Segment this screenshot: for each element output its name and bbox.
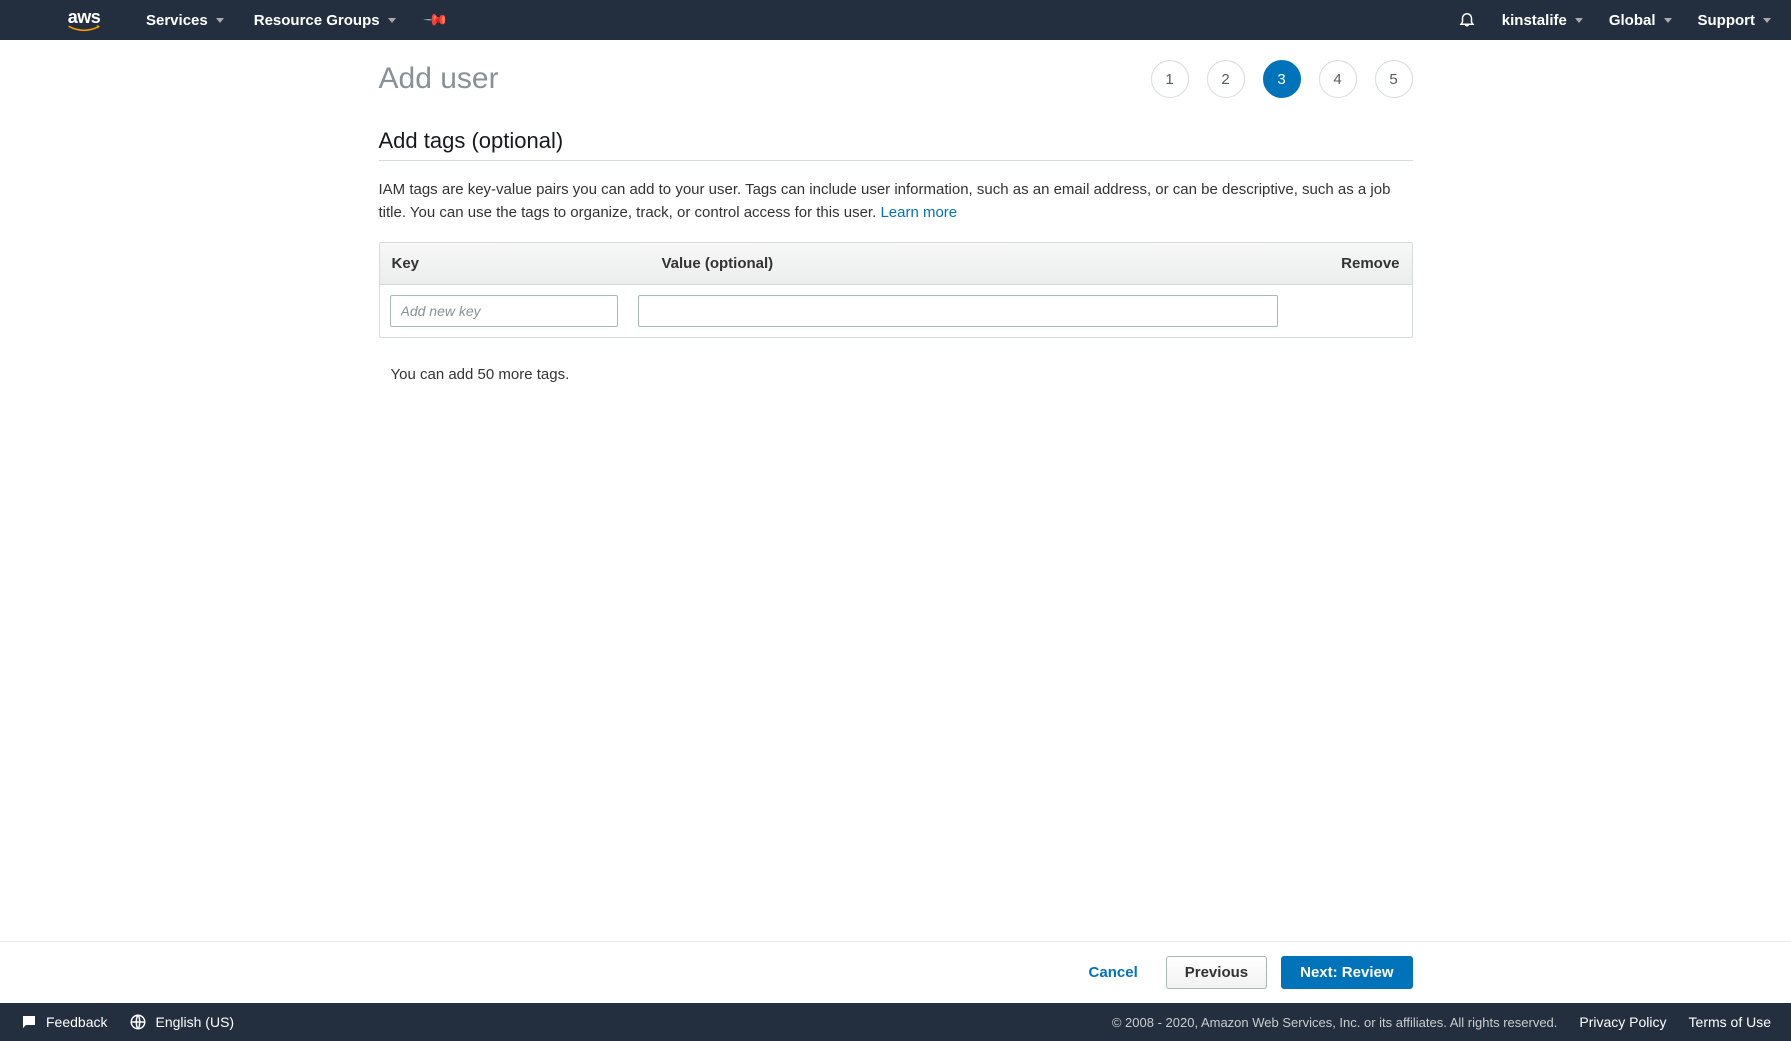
previous-button[interactable]: Previous	[1166, 956, 1267, 989]
main-content: Add user 1 2 3 4 5 Add tags (optional) I…	[379, 40, 1413, 921]
region-menu[interactable]: Global	[1609, 12, 1672, 29]
pin-shortcut[interactable]: 📌	[426, 10, 446, 30]
table-row	[380, 285, 1412, 337]
feedback-link[interactable]: Feedback	[20, 1013, 107, 1031]
chevron-down-icon	[216, 18, 224, 23]
next-review-button[interactable]: Next: Review	[1281, 956, 1412, 989]
account-menu[interactable]: kinstalife	[1502, 12, 1583, 29]
language-label: English (US)	[155, 1014, 234, 1030]
aws-logo-text: aws	[68, 8, 101, 26]
step-2[interactable]: 2	[1207, 60, 1245, 98]
terms-of-use-link[interactable]: Terms of Use	[1689, 1014, 1771, 1030]
notifications-button[interactable]	[1458, 10, 1476, 31]
nav-left: Services Resource Groups 📌	[146, 10, 446, 30]
account-label: kinstalife	[1502, 12, 1567, 29]
footer-right: © 2008 - 2020, Amazon Web Services, Inc.…	[1112, 1014, 1771, 1030]
chevron-down-icon	[1664, 18, 1672, 23]
nav-right: kinstalife Global Support	[1458, 10, 1771, 31]
section-title: Add tags (optional)	[379, 128, 1413, 161]
action-inner: Cancel Previous Next: Review	[379, 956, 1413, 989]
services-label: Services	[146, 12, 208, 29]
copyright-text: © 2008 - 2020, Amazon Web Services, Inc.…	[1112, 1015, 1558, 1030]
chevron-down-icon	[388, 18, 396, 23]
tag-count-message: You can add 50 more tags.	[379, 352, 1413, 383]
resource-groups-label: Resource Groups	[254, 12, 380, 29]
footer: Feedback English (US) © 2008 - 2020, Ama…	[0, 1003, 1791, 1041]
wizard-steps: 1 2 3 4 5	[1151, 60, 1413, 98]
action-bar: Cancel Previous Next: Review	[0, 941, 1791, 1003]
step-3[interactable]: 3	[1263, 60, 1301, 98]
tag-value-input[interactable]	[638, 295, 1278, 327]
value-cell	[628, 291, 1288, 331]
feedback-label: Feedback	[46, 1014, 107, 1030]
tag-key-input[interactable]	[390, 295, 618, 327]
top-nav: aws Services Resource Groups 📌 kinstalif…	[0, 0, 1791, 40]
step-5[interactable]: 5	[1375, 60, 1413, 98]
step-1[interactable]: 1	[1151, 60, 1189, 98]
bell-icon	[1458, 10, 1476, 28]
region-label: Global	[1609, 12, 1656, 29]
tags-table-header: Key Value (optional) Remove	[380, 243, 1412, 285]
learn-more-link[interactable]: Learn more	[880, 204, 957, 221]
language-selector[interactable]: English (US)	[129, 1013, 234, 1031]
footer-left: Feedback English (US)	[20, 1013, 234, 1031]
chevron-down-icon	[1575, 18, 1583, 23]
globe-icon	[129, 1013, 147, 1031]
cancel-button[interactable]: Cancel	[1075, 956, 1152, 989]
support-label: Support	[1698, 12, 1756, 29]
chat-icon	[20, 1013, 38, 1031]
page-title: Add user	[379, 62, 499, 96]
aws-smile-icon	[64, 25, 104, 33]
col-header-remove: Remove	[1322, 243, 1412, 284]
step-4[interactable]: 4	[1319, 60, 1357, 98]
col-header-key: Key	[380, 243, 650, 284]
services-menu[interactable]: Services	[146, 12, 224, 29]
section-description: IAM tags are key-value pairs you can add…	[379, 179, 1413, 224]
col-header-value: Value (optional)	[650, 243, 1322, 284]
chevron-down-icon	[1763, 18, 1771, 23]
support-menu[interactable]: Support	[1698, 12, 1772, 29]
tags-table: Key Value (optional) Remove	[379, 242, 1413, 338]
key-cell	[380, 291, 628, 331]
privacy-policy-link[interactable]: Privacy Policy	[1579, 1014, 1666, 1030]
resource-groups-menu[interactable]: Resource Groups	[254, 12, 396, 29]
remove-cell	[1288, 307, 1378, 315]
aws-logo[interactable]: aws	[64, 8, 104, 33]
header-row: Add user 1 2 3 4 5	[379, 60, 1413, 98]
pin-icon: 📌	[421, 6, 449, 34]
